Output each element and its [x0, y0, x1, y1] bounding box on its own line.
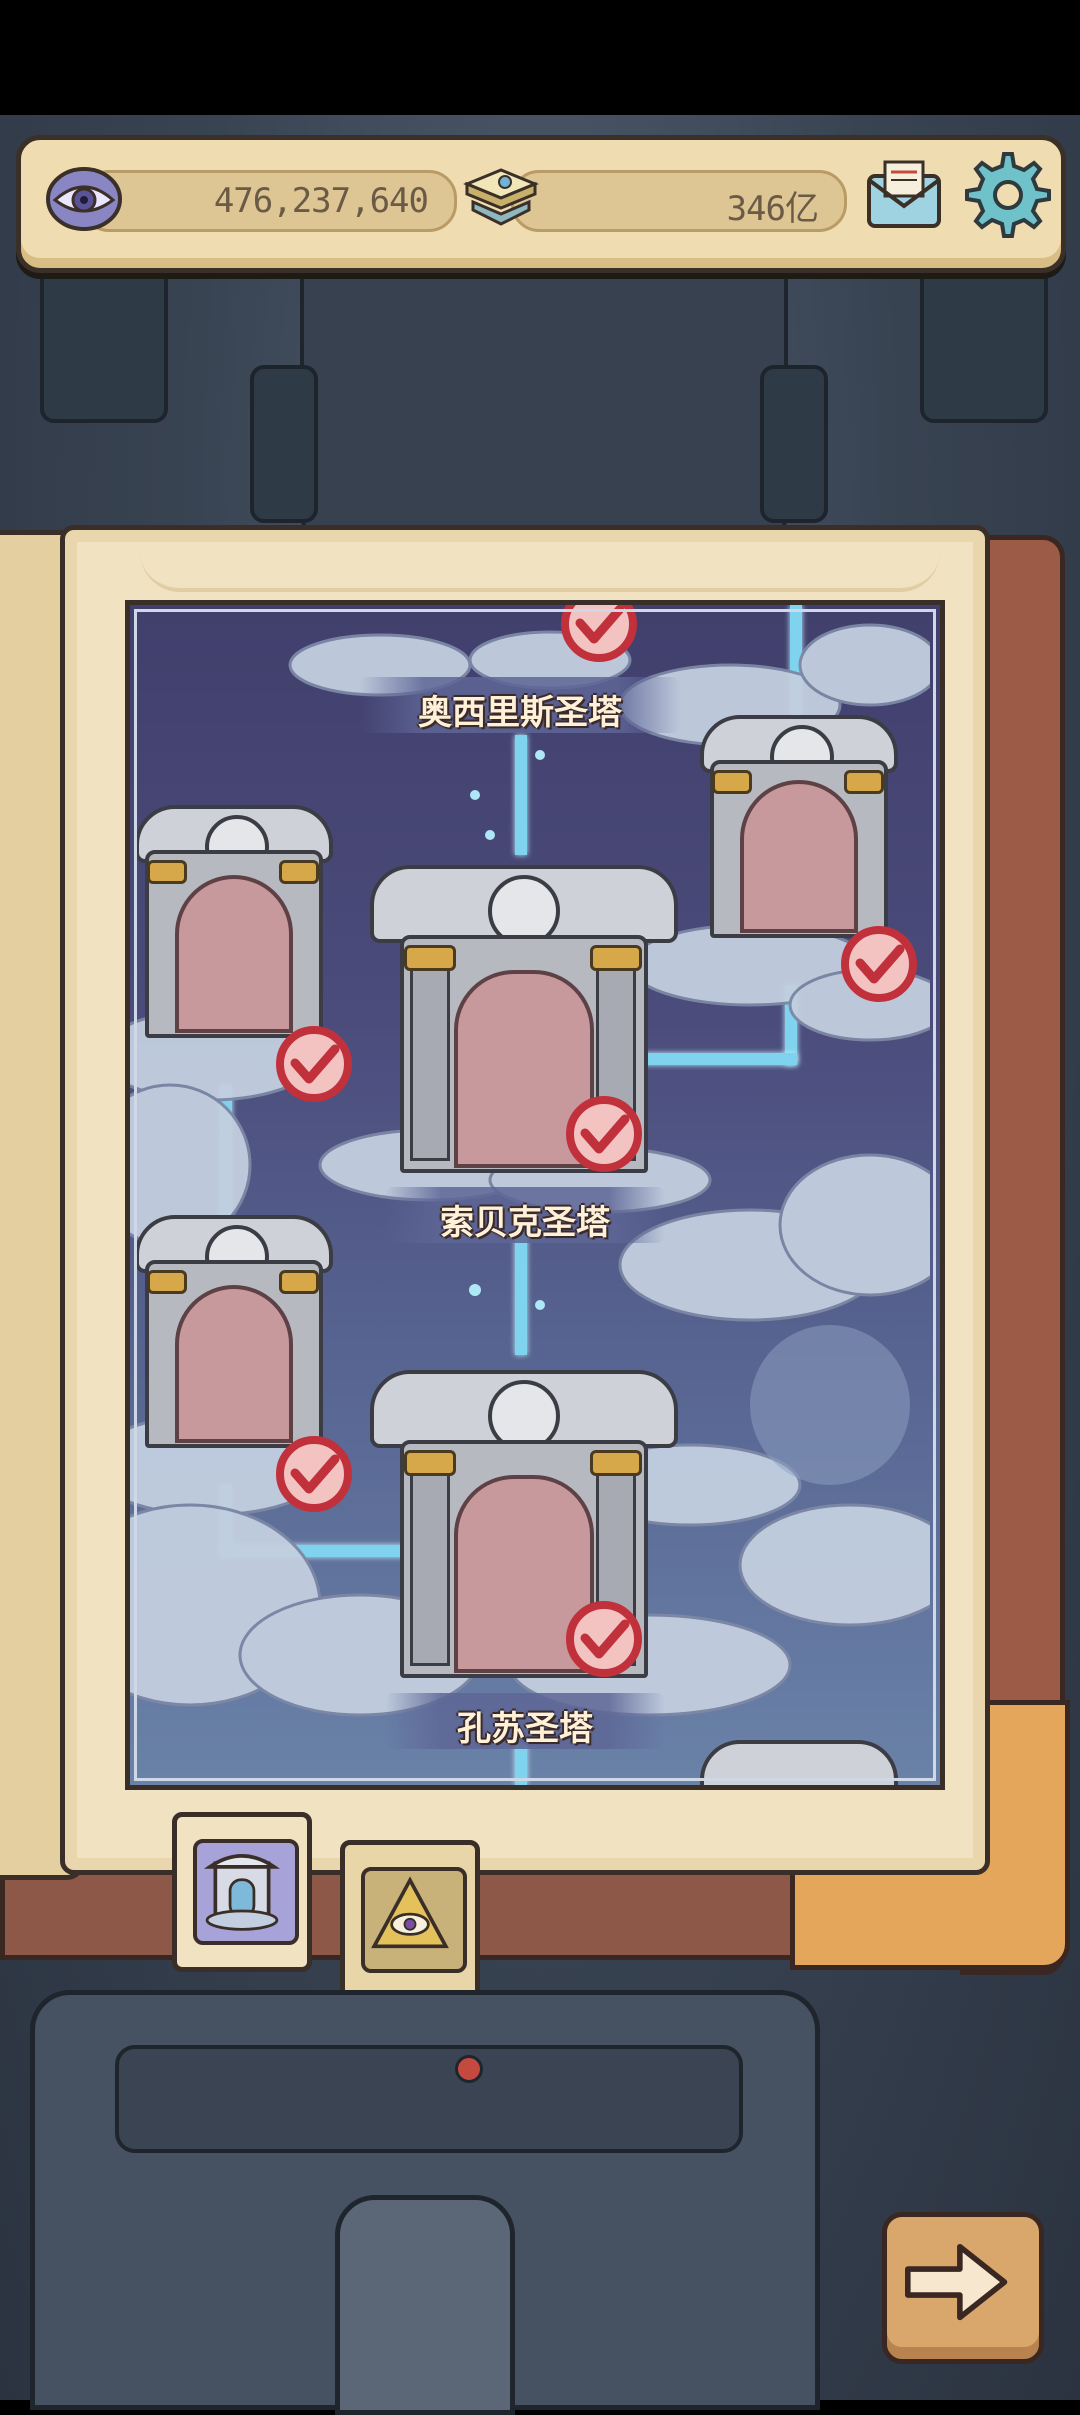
pillar — [410, 1460, 450, 1666]
completed-check-icon — [561, 605, 637, 662]
tower-label-banner: 孔苏圣塔 — [385, 1693, 665, 1749]
pillar-cap — [404, 945, 456, 971]
currency-bar: 476,237,640 346亿 — [16, 135, 1066, 273]
ceiling-pipe-right — [920, 255, 1048, 423]
pillar-cap — [279, 860, 319, 884]
shrine-door — [175, 1285, 293, 1443]
pillar-cap — [590, 945, 642, 971]
shrine-tab-icon — [193, 1839, 299, 1945]
eye-currency-value: 476,237,640 — [213, 181, 429, 221]
completed-check-icon — [276, 1436, 352, 1512]
completed-check-icon — [566, 1096, 642, 1172]
gear-icon[interactable] — [963, 150, 1053, 240]
page-ornament — [140, 548, 940, 592]
completed-check-icon — [566, 1601, 642, 1677]
status-bar — [0, 0, 1080, 115]
completed-check-icon — [841, 926, 917, 1002]
pillar-cap — [712, 770, 752, 794]
eye-pyramid-tab[interactable] — [340, 1840, 480, 2000]
ore-currency-pill: 346亿 — [511, 170, 847, 232]
eye-pyramid-icon — [371, 1876, 449, 1949]
eye-icon — [46, 167, 122, 231]
tower-name-sobek: 索贝克圣塔 — [440, 1203, 610, 1243]
shrine-tab[interactable] — [172, 1812, 312, 1972]
eye-currency-pill: 476,237,640 — [81, 170, 457, 232]
valve-pipe-left — [250, 365, 318, 523]
ceiling-pipe-left — [40, 255, 168, 423]
tower-name-khonsu: 孔苏圣塔 — [457, 1709, 593, 1749]
completed-check-icon — [276, 1026, 352, 1102]
next-button[interactable] — [882, 2212, 1044, 2364]
pillar-cap — [147, 860, 187, 884]
pillar-cap — [590, 1450, 642, 1476]
shrine-door — [175, 875, 293, 1033]
pillar-cap — [404, 1450, 456, 1476]
pillar-cap — [279, 1270, 319, 1294]
console-panel — [115, 2045, 743, 2153]
valve-pipe-right — [760, 365, 828, 523]
shrine-icon — [203, 1854, 281, 1931]
pillar-cap — [844, 770, 884, 794]
control-console — [30, 1990, 820, 2415]
pillar-cap — [147, 1270, 187, 1294]
eye-pyramid-tab-icon — [361, 1867, 467, 1973]
tower-name-osiris: 奥西里斯圣塔 — [418, 693, 622, 733]
ceiling-hatch — [300, 245, 788, 553]
tower-label-banner: 奥西里斯圣塔 — [360, 677, 680, 733]
arrow-right-icon — [905, 2243, 1008, 2321]
pillar — [410, 955, 450, 1161]
partial-shrine-roof — [700, 1740, 898, 1785]
console-tank — [335, 2195, 515, 2415]
shrine-door — [740, 780, 858, 933]
ore-stack-icon — [463, 168, 539, 226]
mail-icon[interactable] — [861, 154, 947, 240]
tower-label-banner: 索贝克圣塔 — [385, 1187, 665, 1243]
ore-currency-value: 346亿 — [726, 189, 819, 229]
console-red-light — [455, 2055, 483, 2083]
tower-map[interactable]: 奥西里斯圣塔 索贝克圣塔 孔苏圣塔 — [125, 600, 945, 1790]
